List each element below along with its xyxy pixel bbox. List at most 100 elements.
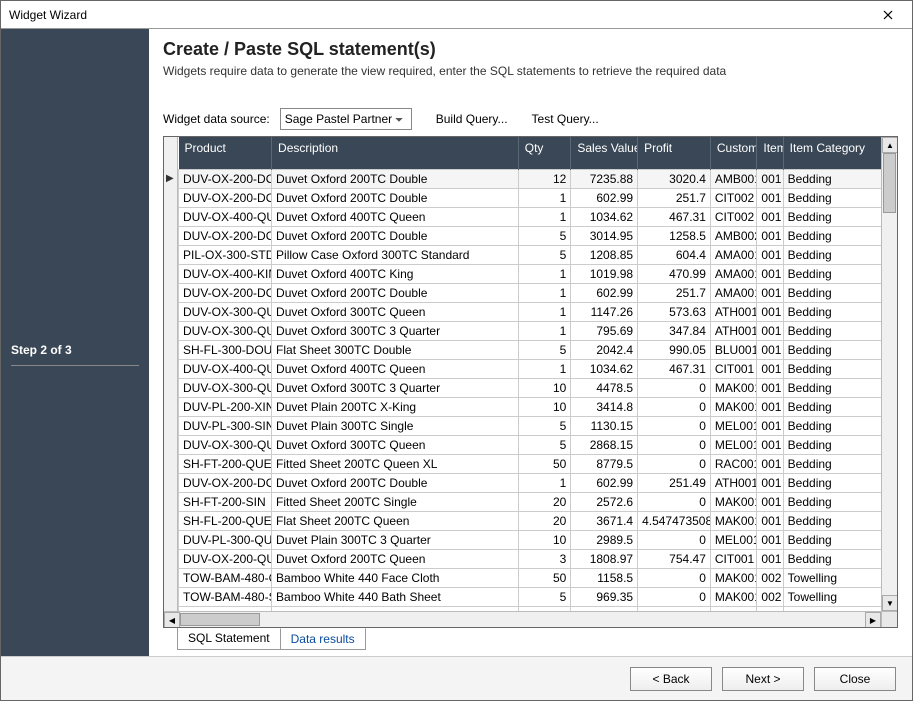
cell-category: Bedding [783,473,896,492]
table-row[interactable]: DUV-OX-200-DOUDuvet Oxford 200TC Double1… [179,188,897,207]
table-row[interactable]: DUV-OX-300-QUADuvet Oxford 300TC 3 Quart… [179,378,897,397]
cell-sales: 1019.98 [571,264,638,283]
vertical-scroll-thumb[interactable] [883,153,896,213]
table-row[interactable]: DUV-OX-200-DOUDuvet Oxford 200TC Double5… [179,226,897,245]
table-row[interactable]: DUV-OX-300-QUEDuvet Oxford 300TC Queen11… [179,302,897,321]
cell-product: DUV-OX-400-QUE [179,359,272,378]
cell-qty: 20 [518,511,571,530]
next-button[interactable]: Next > [722,667,804,691]
column-header-qty[interactable]: Qty [518,137,571,169]
table-row[interactable]: DUV-OX-200-DOUDuvet Oxford 200TC Double1… [179,473,897,492]
column-header-product[interactable]: Product [179,137,272,169]
cell-item: 001 [757,416,783,435]
cell-sales: 2868.15 [571,435,638,454]
cell-category: Bedding [783,454,896,473]
table-row[interactable]: DUV-OX-300-QUEDuvet Oxford 300TC Queen52… [179,435,897,454]
close-button[interactable]: Close [814,667,896,691]
cell-customer: MAK001 [710,568,757,587]
table-row[interactable]: DUV-PL-300-SINDuvet Plain 300TC Single51… [179,416,897,435]
table-row[interactable]: DUV-OX-300-QUADuvet Oxford 300TC 3 Quart… [179,321,897,340]
cell-item: 001 [757,359,783,378]
horizontal-scroll-thumb[interactable] [180,613,260,626]
window-title: Widget Wizard [9,8,872,22]
table-row[interactable]: DUV-PL-200-XINDuvet Plain 200TC X-King10… [179,397,897,416]
scroll-left-icon[interactable]: ◀ [164,612,180,628]
cell-qty: 50 [518,568,571,587]
table-row[interactable]: DUV-OX-200-QUEDuvet Oxford 200TC Queen31… [179,549,897,568]
tab-data-results[interactable]: Data results [280,628,366,650]
cell-category: Bedding [783,264,896,283]
cell-item: 001 [757,264,783,283]
cell-description: Duvet Oxford 200TC Double [272,283,519,302]
build-query-button[interactable]: Build Query... [436,112,508,126]
table-row[interactable]: TOW-BAM-480-SHBamboo White 440 Bath Shee… [179,587,897,606]
cell-profit: 573.63 [638,302,711,321]
table-row[interactable]: TOW-BAM-480-CLOBamboo White 440 Face Clo… [179,568,897,587]
column-header-profit[interactable]: Profit [638,137,711,169]
table-row[interactable]: SH-FL-300-DOUFlat Sheet 300TC Double5204… [179,340,897,359]
cell-customer: CIT002 [710,207,757,226]
table-row[interactable]: DUV-OX-200-DOUDuvet Oxford 200TC Double1… [179,169,897,188]
table-row[interactable]: DUV-OX-400-KINDuvet Oxford 400TC King110… [179,264,897,283]
cell-sales: 602.99 [571,473,638,492]
cell-sales: 969.35 [571,587,638,606]
page-title: Create / Paste SQL statement(s) [163,39,898,60]
test-query-button[interactable]: Test Query... [532,112,599,126]
cell-description: Bamboo White 440 Bath Sheet [272,587,519,606]
cell-sales: 2572.6 [571,492,638,511]
close-icon[interactable] [872,4,904,26]
table-row[interactable]: DUV-OX-200-DOUDuvet Oxford 200TC Double1… [179,283,897,302]
column-header-category[interactable]: Item Category [783,137,896,169]
table-row[interactable]: PIL-OX-300-STDPillow Case Oxford 300TC S… [179,245,897,264]
tab-sql-statement[interactable]: SQL Statement [177,628,281,650]
vertical-scrollbar[interactable]: ▲ ▼ [881,137,897,611]
cell-qty: 5 [518,245,571,264]
cell-qty: 10 [518,397,571,416]
cell-customer: AMB001 [710,169,757,188]
column-header-description[interactable]: Description [272,137,519,169]
cell-sales: 602.99 [571,283,638,302]
cell-profit: 251.7 [638,283,711,302]
cell-category: Bedding [783,492,896,511]
cell-customer: MAK001 [710,492,757,511]
cell-customer: MAK001 [710,378,757,397]
cell-profit: 0 [638,397,711,416]
column-header-customer[interactable]: Customer [710,137,757,169]
cell-description: Fitted Sheet 200TC Queen XL [272,454,519,473]
cell-category: Bedding [783,435,896,454]
current-row-indicator-icon: ▶ [166,173,174,184]
datasource-select[interactable]: Sage Pastel Partner [280,108,412,130]
scroll-right-icon[interactable]: ▶ [865,612,881,628]
cell-item: 001 [757,226,783,245]
cell-qty: 1 [518,264,571,283]
cell-item: 001 [757,549,783,568]
table-row[interactable]: DUV-OX-400-QUEDuvet Oxford 400TC Queen11… [179,359,897,378]
table-row[interactable]: DUV-OX-400-QUEDuvet Oxford 400TC Queen11… [179,207,897,226]
cell-customer: AMA001 [710,264,757,283]
cell-item: 002 [757,587,783,606]
cell-sales: 1147.26 [571,302,638,321]
cell-category: Towelling [783,587,896,606]
cell-description: Duvet Oxford 400TC Queen [272,207,519,226]
scroll-up-icon[interactable]: ▲ [882,137,898,153]
back-button[interactable]: < Back [630,667,712,691]
cell-qty: 10 [518,378,571,397]
horizontal-scrollbar[interactable]: ◀ ▶ [164,611,881,627]
cell-product: TOW-BAM-480-CLO [179,568,272,587]
cell-sales: 602.99 [571,188,638,207]
cell-item: 001 [757,530,783,549]
column-header-item[interactable]: Item [757,137,783,169]
table-row[interactable]: SH-FT-200-SINFitted Sheet 200TC Single20… [179,492,897,511]
cell-sales: 4478.5 [571,378,638,397]
cell-qty: 20 [518,492,571,511]
table-row[interactable]: DUV-PL-300-QUADuvet Plain 300TC 3 Quarte… [179,530,897,549]
cell-sales: 1208.85 [571,245,638,264]
table-row[interactable]: SH-FT-200-QUEXLFitted Sheet 200TC Queen … [179,454,897,473]
cell-qty: 50 [518,454,571,473]
cell-product: DUV-OX-200-DOU [179,283,272,302]
column-header-sales[interactable]: Sales Value [571,137,638,169]
cell-category: Bedding [783,188,896,207]
cell-description: Duvet Plain 300TC 3 Quarter [272,530,519,549]
scroll-down-icon[interactable]: ▼ [882,595,898,611]
table-row[interactable]: SH-FL-200-QUEFlat Sheet 200TC Queen20367… [179,511,897,530]
